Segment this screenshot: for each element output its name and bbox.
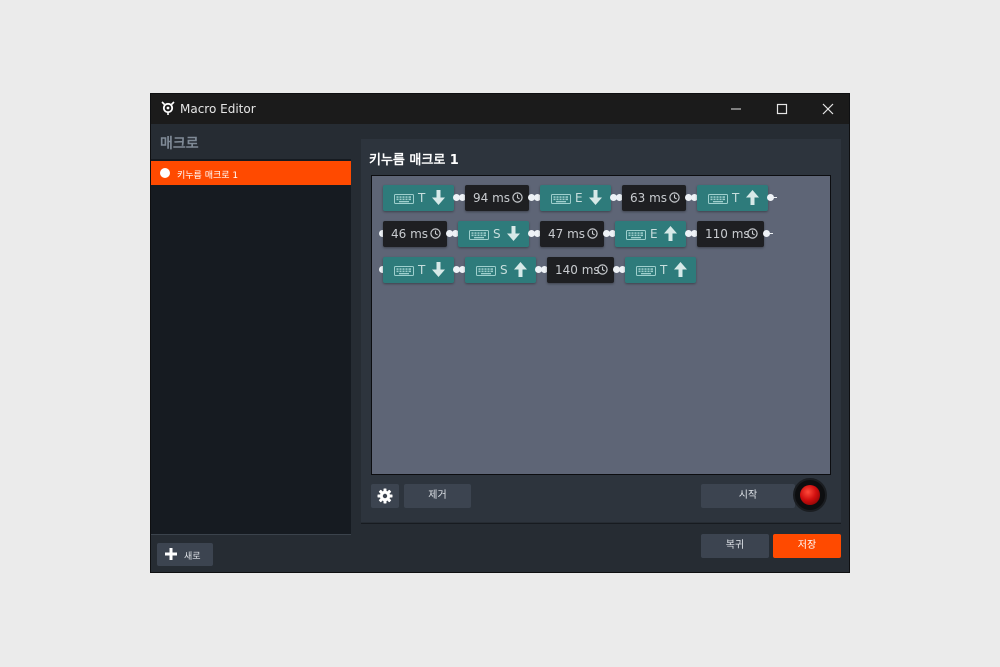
divider bbox=[361, 523, 841, 524]
active-dot-icon bbox=[160, 168, 170, 178]
minimize-icon bbox=[731, 108, 741, 110]
close-button[interactable] bbox=[805, 94, 849, 124]
window-title: Macro Editor bbox=[180, 102, 256, 116]
key-label: S bbox=[500, 263, 508, 277]
delay-label: 63 ms bbox=[630, 191, 668, 205]
keyboard-icon bbox=[636, 266, 656, 276]
keyboard-icon bbox=[708, 194, 728, 204]
plus-icon bbox=[165, 548, 177, 560]
maximize-button[interactable] bbox=[759, 94, 805, 124]
remove-button[interactable]: 제거 bbox=[404, 484, 471, 508]
arrow-down-icon bbox=[432, 190, 445, 205]
connector-out bbox=[767, 194, 777, 202]
keyboard-icon bbox=[394, 194, 414, 204]
delay-node[interactable]: 110 ms bbox=[697, 221, 764, 247]
arrow-up-icon bbox=[674, 262, 687, 277]
arrow-down-icon bbox=[432, 262, 445, 277]
key-node[interactable]: E bbox=[540, 185, 611, 211]
arrow-down-icon bbox=[589, 190, 602, 205]
maximize-icon bbox=[776, 103, 788, 115]
delay-label: 94 ms bbox=[473, 191, 511, 205]
clock-icon bbox=[587, 228, 598, 239]
key-node[interactable]: S bbox=[458, 221, 529, 247]
delay-node[interactable]: 47 ms bbox=[540, 221, 604, 247]
keyboard-icon bbox=[394, 266, 414, 276]
clock-icon bbox=[669, 192, 680, 203]
title-bar: Macro Editor bbox=[151, 94, 849, 124]
save-button[interactable]: 저장 bbox=[773, 534, 841, 558]
connector-out bbox=[763, 230, 773, 238]
delay-node[interactable]: 63 ms bbox=[622, 185, 686, 211]
minimize-button[interactable] bbox=[713, 94, 759, 124]
key-label: E bbox=[575, 191, 583, 205]
clock-icon bbox=[512, 192, 523, 203]
record-icon bbox=[800, 485, 820, 505]
sidebar-item-label: 키누름 매크로 1 bbox=[177, 171, 239, 181]
sidebar-footer: 새로 bbox=[151, 534, 351, 572]
macro-canvas[interactable]: T 94 ms E 63 ms T 46 ms S 47 ms E 110 ms T S 140 ms T bbox=[371, 175, 831, 475]
key-node[interactable]: E bbox=[615, 221, 686, 247]
macro-title: 키누름 매크로 1 bbox=[369, 153, 459, 168]
delay-label: 110 ms bbox=[705, 227, 750, 241]
arrow-up-icon bbox=[664, 226, 677, 241]
cancel-button[interactable]: 복귀 bbox=[701, 534, 769, 558]
key-node[interactable]: S bbox=[465, 257, 536, 283]
macro-editor-window: Macro Editor 매크로 키누름 매크로 1 새로 키누름 매크로 1 … bbox=[150, 93, 850, 573]
key-label: T bbox=[418, 263, 426, 277]
key-label: T bbox=[418, 191, 426, 205]
delay-label: 140 ms bbox=[555, 263, 600, 277]
arrow-up-icon bbox=[514, 262, 527, 277]
connector-line bbox=[766, 233, 773, 234]
key-label: E bbox=[650, 227, 658, 241]
macro-sidebar: 매크로 키누름 매크로 1 새로 bbox=[151, 124, 351, 572]
key-node[interactable]: T bbox=[697, 185, 768, 211]
new-macro-button[interactable]: 새로 bbox=[157, 543, 213, 566]
record-button[interactable] bbox=[793, 478, 827, 512]
delay-node[interactable]: 94 ms bbox=[465, 185, 529, 211]
sidebar-item-macro[interactable]: 키누름 매크로 1 bbox=[151, 161, 351, 185]
delay-node[interactable]: 140 ms bbox=[547, 257, 614, 283]
clock-icon bbox=[747, 228, 758, 239]
new-button-label: 새로 bbox=[184, 552, 201, 562]
delay-label: 47 ms bbox=[548, 227, 586, 241]
key-label: T bbox=[660, 263, 668, 277]
keyboard-icon bbox=[469, 230, 489, 240]
sidebar-header: 매크로 bbox=[151, 124, 351, 159]
connector-line bbox=[770, 197, 777, 198]
close-icon bbox=[822, 103, 834, 115]
clock-icon bbox=[430, 228, 441, 239]
delay-label: 46 ms bbox=[391, 227, 429, 241]
delay-node[interactable]: 46 ms bbox=[383, 221, 447, 247]
app-logo-icon bbox=[161, 101, 175, 115]
keyboard-icon bbox=[626, 230, 646, 240]
key-label: T bbox=[732, 191, 740, 205]
key-node[interactable]: T bbox=[383, 257, 454, 283]
editor-panel: 키누름 매크로 1 T 94 ms E 63 ms T 46 ms S 47 ms E 110 m… bbox=[361, 139, 841, 522]
start-button[interactable]: 시작 bbox=[701, 484, 795, 508]
clock-icon bbox=[597, 264, 608, 275]
gear-icon bbox=[377, 488, 393, 504]
key-node[interactable]: T bbox=[383, 185, 454, 211]
settings-button[interactable] bbox=[371, 484, 399, 508]
keyboard-icon bbox=[476, 266, 496, 276]
keyboard-icon bbox=[551, 194, 571, 204]
key-node[interactable]: T bbox=[625, 257, 696, 283]
arrow-up-icon bbox=[746, 190, 759, 205]
key-label: S bbox=[493, 227, 501, 241]
arrow-down-icon bbox=[507, 226, 520, 241]
main-area: 키누름 매크로 1 T 94 ms E 63 ms T 46 ms S 47 ms E 110 m… bbox=[351, 124, 849, 572]
